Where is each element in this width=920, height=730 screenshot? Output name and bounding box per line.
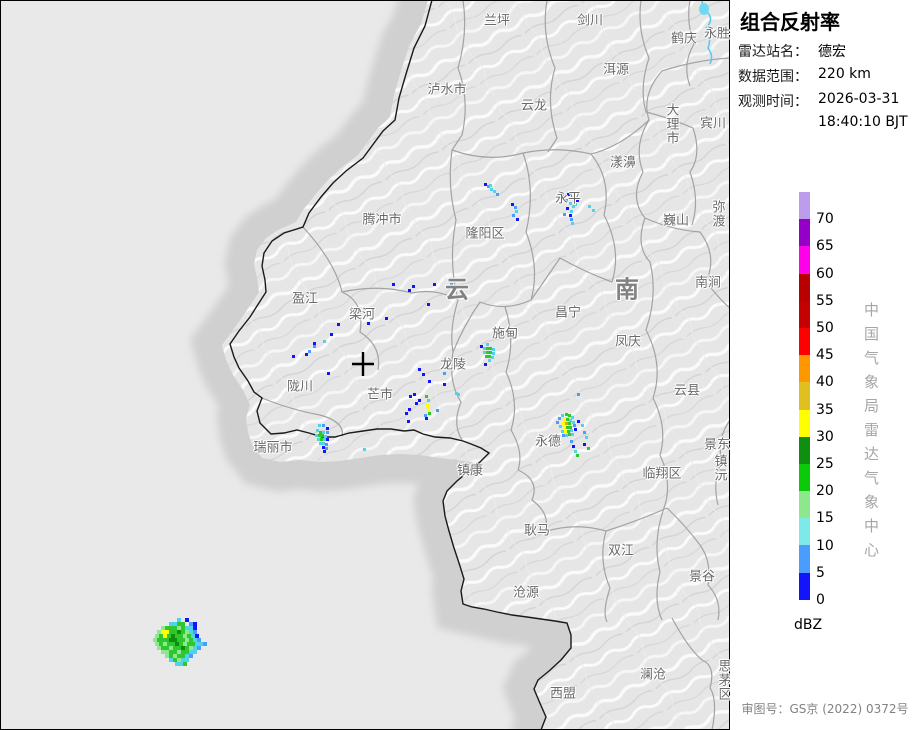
legend-tick: 30: [816, 428, 834, 445]
legend-color-block: [799, 219, 810, 247]
agency-watermark: 中国气象局雷达气象中心: [862, 302, 880, 566]
legend-tick: 45: [816, 347, 834, 364]
legend-colorbar: [799, 192, 810, 600]
legend-tick: 70: [816, 211, 834, 228]
radar-product-screen: 泸水市 兰坪 剑川 鹤庆 永胜 洱源 云龙 大理市 宾川 漾濞 永平 腾冲市 巍山 弥渡 隆阳区云南南涧 盈江…: [0, 0, 920, 730]
data-range-value: 220 km: [818, 66, 871, 82]
legend-tick: 25: [816, 456, 834, 472]
legend-color-block: [799, 192, 810, 220]
legend-color-block: [799, 572, 810, 600]
legend-color-block: [799, 382, 810, 410]
legend-tick: 50: [816, 320, 834, 336]
legend-color-block: [799, 518, 810, 546]
legend-tick: 35: [816, 401, 834, 418]
legend-color-block: [799, 436, 810, 464]
map-approval-number: 审图号：GS京 (2022) 0372号: [741, 702, 909, 716]
legend-tick: 0: [816, 592, 825, 608]
legend-color-block: [799, 355, 810, 383]
radar-map-canvas: [0, 0, 730, 730]
legend-color-block: [799, 491, 810, 519]
legend-color-block: [799, 327, 810, 356]
legend-color-block: [799, 273, 810, 301]
legend-color-block: [799, 300, 810, 328]
obs-time-label: 观测时间：: [738, 94, 808, 110]
legend-tick: 40: [816, 374, 834, 391]
map-area: 泸水市 兰坪 剑川 鹤庆 永胜 洱源 云龙 大理市 宾川 漾濞 永平 腾冲市 巍山 弥渡 隆阳区云南南涧 盈江…: [0, 0, 730, 730]
legend-color-block: [799, 246, 810, 274]
legend-tick: 20: [816, 483, 834, 500]
legend-color-block: [799, 409, 810, 437]
legend-color-block: [799, 545, 810, 573]
info-panel: 组合反射率 雷达站名： 德宏 数据范围： 220 km 观测时间： 2026-0…: [730, 0, 920, 730]
legend-tick: 60: [816, 265, 834, 282]
legend-tick: 55: [816, 292, 834, 309]
legend-tick: 65: [816, 238, 834, 255]
product-title: 组合反射率: [740, 10, 840, 34]
lake-patch: [699, 3, 709, 15]
station-name-value: 德宏: [818, 44, 846, 60]
obs-time-date: 2026-03-31: [818, 91, 900, 107]
legend-tick: 5: [816, 564, 825, 581]
legend-tick: 15: [816, 510, 834, 527]
data-range-label: 数据范围：: [738, 69, 808, 85]
station-name-label: 雷达站名：: [738, 44, 808, 60]
legend-tick: 10: [816, 537, 834, 554]
legend-color-block: [799, 463, 810, 492]
legend-unit: dBZ: [794, 617, 823, 633]
obs-time-clock: 18:40:10 BJT: [818, 114, 908, 130]
